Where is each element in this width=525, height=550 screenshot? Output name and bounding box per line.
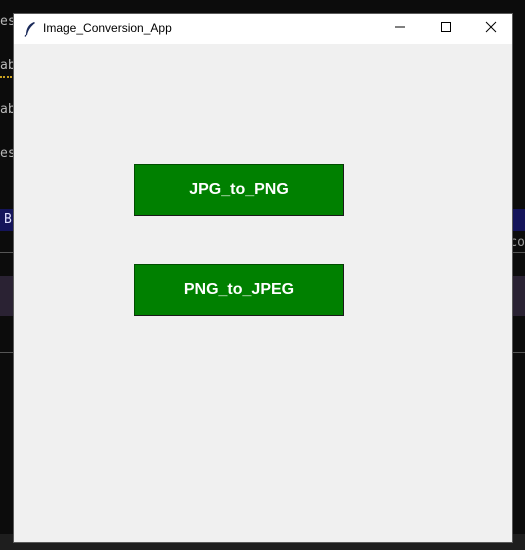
minimize-button[interactable] [377,14,423,44]
background-bar-glyph: B [4,212,12,227]
maximize-button[interactable] [423,14,469,44]
jpg-to-png-button[interactable]: JPG_to_PNG [134,164,344,216]
app-window: Image_Conversion_App JPG_to_PNG PNG_to_J… [13,13,513,543]
window-content: JPG_to_PNG PNG_to_JPEG [14,44,512,542]
close-button[interactable] [468,14,514,44]
window-title: Image_Conversion_App [43,21,172,35]
minimize-icon [394,20,406,38]
feather-icon [23,21,37,37]
close-icon [485,20,497,38]
png-to-jpeg-button[interactable]: PNG_to_JPEG [134,264,344,316]
maximize-icon [440,20,452,38]
spellcheck-squiggle [0,74,12,78]
title-bar[interactable]: Image_Conversion_App [14,14,512,44]
